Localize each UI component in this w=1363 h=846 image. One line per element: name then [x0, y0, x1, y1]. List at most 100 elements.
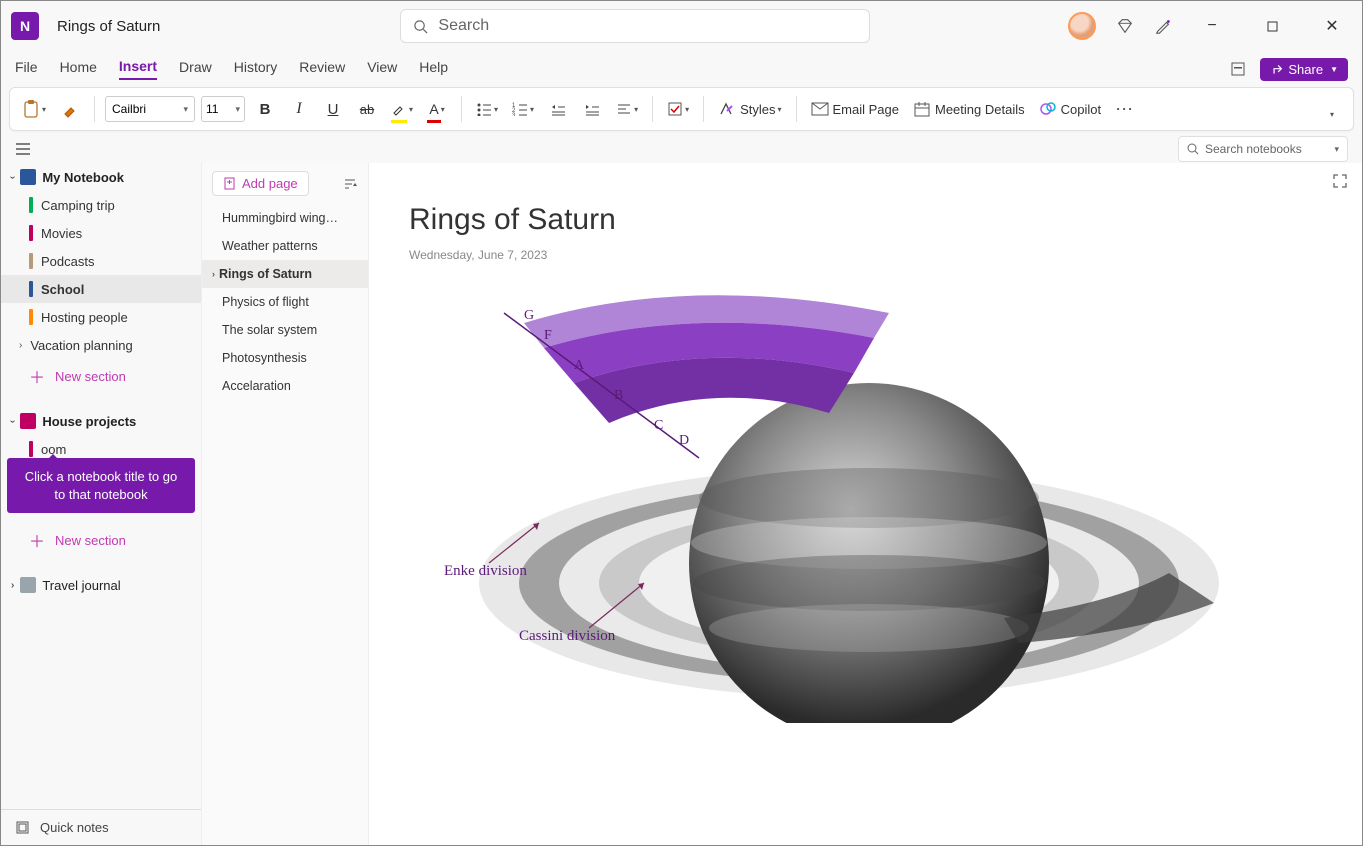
notebook-sidebar: ›My Notebook Camping trip Movies Podcast…	[1, 163, 201, 845]
plus-icon: ＋	[29, 528, 45, 552]
onenote-app-icon	[11, 12, 39, 40]
coach-tooltip: Click a notebook title to go to that not…	[7, 458, 195, 513]
window-maximize-button[interactable]	[1252, 11, 1292, 41]
font-size-select[interactable]: 11▾	[201, 96, 245, 122]
page-photosynthesis[interactable]: Photosynthesis	[202, 344, 368, 372]
ring-label-b: B	[614, 388, 623, 404]
page-accelaration[interactable]: Accelaration	[202, 372, 368, 400]
numbering-button[interactable]: 123▾	[508, 93, 538, 125]
share-label: Share	[1288, 62, 1323, 77]
add-page-button[interactable]: Add page	[212, 171, 309, 196]
ring-label-g: G	[524, 308, 534, 324]
new-section-button-2[interactable]: ＋New section	[1, 523, 201, 557]
page-date: Wednesday, June 7, 2023	[409, 248, 547, 262]
page-hummingbird[interactable]: Hummingbird wing…	[202, 204, 368, 232]
meeting-details-button[interactable]: Meeting Details	[909, 93, 1029, 125]
share-button[interactable]: Share ▼	[1260, 58, 1348, 81]
bold-button[interactable]: B	[251, 93, 279, 125]
main-area: ›My Notebook Camping trip Movies Podcast…	[1, 163, 1362, 845]
ribbon-toolbar: ▾ Cailbri▾ 11▾ B I U ab ▾ A▾ ▾ 123▾ ▾ ▾ …	[9, 87, 1354, 131]
section-movies[interactable]: Movies	[1, 219, 201, 247]
section-school[interactable]: School	[1, 275, 201, 303]
todo-tag-button[interactable]: ▾	[663, 93, 693, 125]
indent-button[interactable]	[578, 93, 606, 125]
premium-diamond-icon[interactable]	[1116, 17, 1134, 35]
more-options-button[interactable]: ⋯	[1111, 93, 1139, 125]
chevron-down-icon: ▼	[1330, 65, 1338, 74]
chevron-right-icon: ›	[19, 340, 22, 351]
menu-history[interactable]: History	[234, 59, 278, 79]
notebook-color-icon	[20, 577, 36, 593]
search-icon	[1187, 143, 1199, 155]
notebook-house-projects[interactable]: ›House projects	[1, 407, 201, 435]
ribbon-expand-icon[interactable]: ▾	[1317, 98, 1345, 130]
section-hosting-people[interactable]: Hosting people	[1, 303, 201, 331]
sort-pages-icon[interactable]	[342, 177, 358, 191]
section-podcasts[interactable]: Podcasts	[1, 247, 201, 275]
share-icon	[1270, 63, 1283, 76]
search-box[interactable]: Search	[400, 9, 870, 43]
chevron-right-icon: ›	[212, 269, 215, 279]
nav-toggle-icon[interactable]	[15, 142, 31, 156]
quick-notes-button[interactable]: Quick notes	[1, 809, 201, 845]
search-placeholder: Search	[438, 17, 489, 35]
strikethrough-button[interactable]: ab	[353, 93, 381, 125]
underline-button[interactable]: U	[319, 93, 347, 125]
page-physics-of-flight[interactable]: Physics of flight	[202, 288, 368, 316]
window-close-button[interactable]: ✕	[1312, 11, 1352, 41]
search-notebooks-box[interactable]: Search notebooks ▾	[1178, 136, 1348, 162]
cassini-division-label: Cassini division	[519, 628, 615, 645]
italic-button[interactable]: I	[285, 93, 313, 125]
notebook-color-icon	[20, 169, 36, 185]
menu-insert[interactable]: Insert	[119, 58, 157, 80]
bullets-button[interactable]: ▾	[472, 93, 502, 125]
ring-label-f: F	[544, 328, 552, 344]
menu-help[interactable]: Help	[419, 59, 448, 79]
page-rings-of-saturn[interactable]: ›Rings of Saturn	[202, 260, 368, 288]
notebook-travel-journal[interactable]: ›Travel journal	[1, 571, 201, 599]
window-minimize-button[interactable]: −	[1192, 11, 1232, 41]
plus-icon: ＋	[29, 364, 45, 388]
add-page-icon	[223, 177, 236, 190]
page-the-solar-system[interactable]: The solar system	[202, 316, 368, 344]
copilot-button[interactable]: Copilot	[1035, 93, 1105, 125]
enke-division-label: Enke division	[444, 563, 527, 580]
quicknotes-icon	[15, 820, 30, 835]
menu-home[interactable]: Home	[60, 59, 97, 79]
user-avatar[interactable]	[1068, 12, 1096, 40]
outdent-button[interactable]	[544, 93, 572, 125]
chevron-down-icon: ›	[7, 419, 18, 422]
email-page-button[interactable]: Email Page	[807, 93, 903, 125]
page-canvas[interactable]: Rings of Saturn Wednesday, June 7, 2023	[369, 163, 1362, 845]
chevron-right-icon: ›	[11, 580, 14, 591]
notebook-my-notebook[interactable]: ›My Notebook	[1, 163, 201, 191]
notebook-color-icon	[20, 413, 36, 429]
highlight-button[interactable]: ▾	[387, 93, 417, 125]
font-family-select[interactable]: Cailbri▾	[105, 96, 195, 122]
font-color-button[interactable]: A▾	[423, 93, 451, 125]
menu-view[interactable]: View	[367, 59, 397, 79]
paste-button[interactable]: ▾	[18, 93, 50, 125]
page-weather-patterns[interactable]: Weather patterns	[202, 232, 368, 260]
menu-draw[interactable]: Draw	[179, 59, 212, 79]
styles-button[interactable]: Styles▾	[714, 93, 785, 125]
format-painter-button[interactable]	[56, 93, 84, 125]
draw-pen-icon[interactable]	[1154, 17, 1172, 35]
chevron-down-icon: ›	[7, 175, 18, 178]
section-vacation-planning[interactable]: ›Vacation planning	[1, 331, 201, 359]
pages-sidebar: Add page Hummingbird wing… Weather patte…	[201, 163, 369, 845]
menu-file[interactable]: File	[15, 59, 38, 79]
document-title: Rings of Saturn	[57, 18, 160, 35]
align-button[interactable]: ▾	[612, 93, 642, 125]
menu-review[interactable]: Review	[299, 59, 345, 79]
ribbon-mode-icon[interactable]	[1226, 57, 1250, 81]
svg-text:3: 3	[512, 113, 516, 116]
search-icon	[413, 19, 428, 34]
fullscreen-icon[interactable]	[1332, 173, 1348, 189]
page-title[interactable]: Rings of Saturn	[409, 203, 616, 237]
ring-label-c: C	[654, 418, 663, 434]
new-section-button[interactable]: ＋New section	[1, 359, 201, 393]
section-camping-trip[interactable]: Camping trip	[1, 191, 201, 219]
title-bar: Rings of Saturn Search − ✕	[1, 1, 1362, 51]
secondary-row: Search notebooks ▾	[1, 135, 1362, 163]
